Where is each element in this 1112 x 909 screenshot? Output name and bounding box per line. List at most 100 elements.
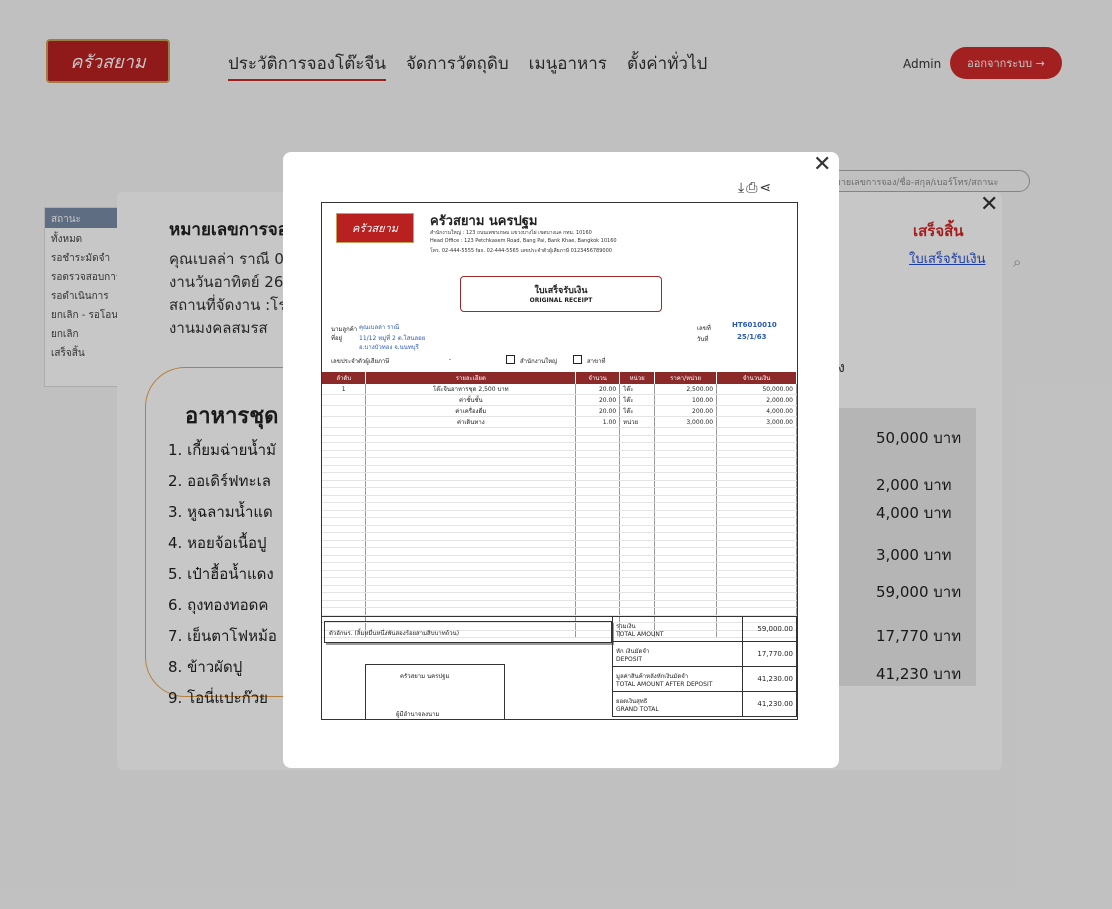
table-cell: [654, 457, 718, 466]
table-cell: [619, 450, 656, 458]
table-cell: [654, 525, 718, 533]
table-cell: [619, 547, 656, 556]
receipt-title-en: ORIGINAL RECEIPT: [529, 297, 593, 304]
table-cell: [365, 592, 577, 601]
receipt-items-body: 1 โต๊ะจีนอาหารชุด 2,500 บาท 20.00 โต๊ะ 2,500…: [322, 384, 797, 638]
table-cell: ค่าเดินทาง: [365, 416, 577, 428]
table-row: [322, 480, 797, 488]
table-cell: [619, 465, 656, 473]
table-cell: [654, 555, 718, 563]
table-cell: [365, 495, 577, 503]
table-cell: [365, 547, 577, 556]
table-cell: [365, 487, 577, 496]
table-cell: [322, 405, 367, 417]
col-unit: หน่วย: [619, 372, 656, 384]
table-cell: [365, 600, 577, 608]
table-cell: [654, 592, 718, 601]
table-cell: [619, 562, 656, 571]
table-row: [322, 547, 797, 556]
table-cell: [365, 465, 577, 473]
table-row: [322, 570, 797, 578]
table-cell: [322, 517, 367, 526]
close-icon[interactable]: ✕: [813, 152, 831, 177]
table-row: ค่าเครื่องดื่ม 20.00 โต๊ะ 200.00 4,000.00: [322, 405, 797, 417]
table-cell: [716, 555, 797, 563]
table-cell: [322, 585, 367, 593]
table-row: [322, 502, 797, 511]
table-cell: โต๊ะ: [619, 384, 656, 395]
table-cell: [365, 450, 577, 458]
table-cell: [365, 540, 577, 548]
table-cell: 100.00: [654, 394, 718, 406]
table-cell: 50,000.00: [716, 384, 797, 395]
table-cell: [575, 525, 621, 533]
table-cell: หน่วย: [619, 416, 656, 428]
hq-checkbox[interactable]: [506, 355, 515, 364]
table-cell: [716, 517, 797, 526]
receipt-title-box: ใบเสร็จรับเงิน ORIGINAL RECEIPT: [460, 276, 662, 312]
table-cell: [716, 525, 797, 533]
col-no: ลำดับ: [322, 372, 367, 384]
table-cell: [575, 592, 621, 601]
table-cell: [365, 435, 577, 443]
branch-checkbox[interactable]: [573, 355, 582, 364]
table-cell: [654, 562, 718, 571]
table-cell: [716, 547, 797, 556]
table-cell: [619, 480, 656, 488]
receipt-no-label: เลขที่: [697, 325, 711, 332]
taxid-value: -: [449, 356, 452, 363]
table-cell: [575, 577, 621, 586]
table-cell: 3,000.00: [716, 416, 797, 428]
download-icon[interactable]: ⤓: [738, 180, 744, 196]
grand-total-label: ยอดเงินสุทธิ GRAND TOTAL: [611, 691, 744, 717]
table-cell: [365, 562, 577, 571]
print-icon[interactable]: ⎙: [746, 180, 757, 196]
table-row: [322, 555, 797, 563]
table-cell: 2,500.00: [654, 384, 718, 395]
receipt-no-value: HT6010010: [732, 321, 777, 329]
table-cell: 2,000.00: [716, 394, 797, 406]
table-cell: [575, 517, 621, 526]
col-qty: จำนวน: [575, 372, 621, 384]
table-cell: โต๊ะ: [619, 405, 656, 417]
table-row: [322, 487, 797, 496]
table-cell: [716, 540, 797, 548]
table-cell: [365, 442, 577, 451]
table-cell: [575, 585, 621, 593]
table-cell: [365, 457, 577, 466]
col-detail: รายละเอียด: [365, 372, 577, 384]
table-cell: [322, 487, 367, 496]
table-cell: [322, 547, 367, 556]
table-cell: [654, 480, 718, 488]
table-cell: 20.00: [575, 394, 621, 406]
table-cell: 20.00: [575, 405, 621, 417]
table-cell: [619, 585, 656, 593]
table-cell: [654, 435, 718, 443]
table-cell: [322, 600, 367, 608]
receipt-title-th: ใบเสร็จรับเงิน: [534, 286, 588, 296]
table-cell: [322, 435, 367, 443]
table-cell: [654, 510, 718, 518]
hq-label: สำนักงานใหญ่: [520, 358, 558, 365]
table-cell: [716, 592, 797, 601]
signature-authorized: ผู้มีอำนาจลงนาม: [396, 711, 440, 718]
table-cell: [575, 495, 621, 503]
table-cell: [716, 442, 797, 451]
table-cell: [716, 585, 797, 593]
total-label: รวมเงิน TOTAL AMOUNT: [611, 616, 744, 642]
grand-total-value: 41,230.00: [742, 691, 797, 717]
deposit-label: หัก เงินมัดจำ DEPOSIT: [611, 641, 744, 667]
table-cell: [716, 510, 797, 518]
table-cell: [575, 502, 621, 511]
table-cell: [619, 532, 656, 541]
table-row: 1 โต๊ะจีนอาหารชุด 2,500 บาท 20.00 โต๊ะ 2,500…: [322, 384, 797, 395]
table-cell: [575, 600, 621, 608]
share-icon[interactable]: ⋖: [759, 180, 771, 196]
table-cell: [654, 547, 718, 556]
table-row: [322, 450, 797, 458]
table-cell: [654, 427, 718, 436]
deposit-value: 17,770.00: [742, 641, 797, 667]
table-cell: [365, 585, 577, 593]
table-cell: [619, 592, 656, 601]
table-cell: [322, 510, 367, 518]
